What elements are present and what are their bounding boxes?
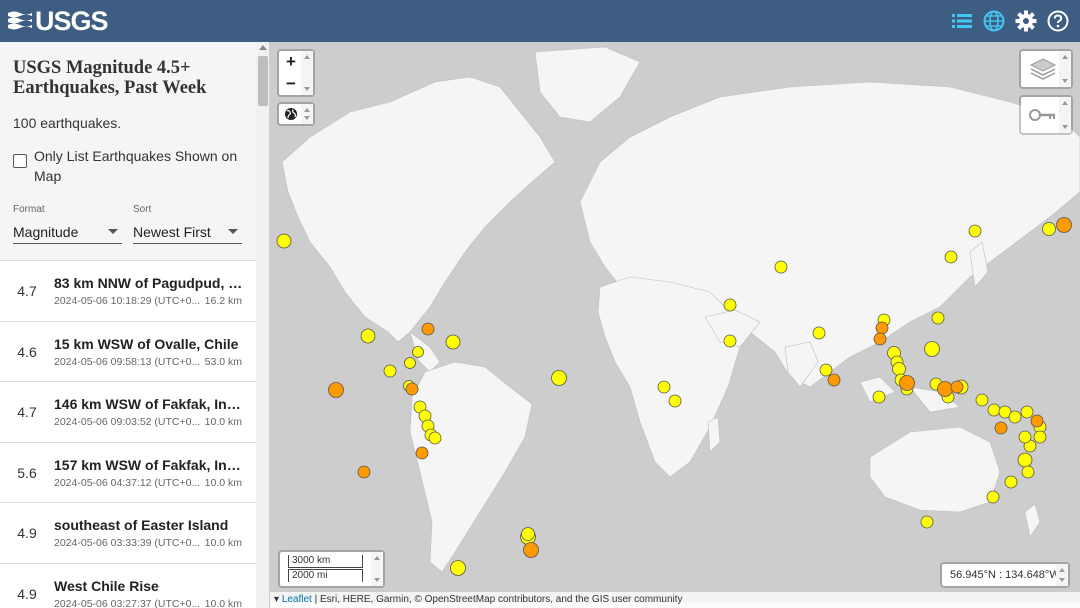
magnitude: 4.6 (17, 343, 37, 360)
sort-select-group: Sort Newest First (133, 204, 242, 244)
scrollbar-thumb[interactable] (258, 56, 268, 106)
location: 157 km WSW of Fakfak, Indo... (54, 456, 248, 473)
format-value: Magnitude (13, 223, 79, 240)
location: West Chile Rise (54, 577, 159, 594)
timestamp: 2024-05-06 04:37:12 (UTC+0... (54, 476, 201, 489)
timestamp: 2024-05-06 03:33:39 (UTC+0... (54, 537, 201, 549)
location: 146 km WSW of Fakfak, Indo... (54, 396, 248, 412)
world-view-button[interactable] (279, 104, 303, 124)
location: 83 km NNW of Pagudpud, Ph... (54, 275, 248, 291)
list-scrollbar[interactable] (256, 42, 269, 608)
layers-icon (1029, 58, 1057, 80)
chevron-down-icon (108, 229, 118, 234)
legend-control[interactable] (1019, 95, 1073, 135)
layers-scrollbar[interactable] (1059, 51, 1071, 87)
scale-mi: 2000 mi (288, 569, 363, 582)
list-item[interactable]: 4.6 15 km WSW of Ovalle, Chile 2024-05-0… (0, 320, 256, 381)
depth: 16.2 km (204, 295, 242, 307)
sort-select[interactable]: Newest First (133, 220, 242, 244)
gear-icon[interactable] (1014, 9, 1038, 33)
magnitude: 4.7 (17, 404, 37, 420)
magnitude: 5.6 (17, 464, 37, 481)
list-title: USGS Magnitude 4.5+ Earthquakes, Past We… (13, 58, 207, 98)
usgs-logo[interactable]: USGS (8, 0, 109, 42)
legend-scrollbar[interactable] (1059, 97, 1071, 133)
app-root: USGS USGS Magnitude 4.5+ Earthquakes, Pa… (0, 0, 1080, 608)
zoom-control: + − (277, 49, 315, 97)
globe-control (277, 102, 315, 126)
depth: 10.0 km (204, 537, 242, 549)
usgs-wave-icon (8, 11, 32, 30)
map-view[interactable]: + − 3000 km 2000 mi 56.945°N: 134.648°W… (270, 42, 1080, 608)
world-basemap (270, 46, 1080, 608)
timestamp: 2024-05-06 03:27:37 (UTC+0... (54, 597, 201, 608)
scale-km: 3000 km (288, 555, 363, 568)
magnitude: 4.9 (17, 585, 37, 602)
key-icon (1029, 109, 1055, 121)
list-item[interactable]: 4.9 West Chile Rise 2024-05-06 03:27:37 … (0, 562, 256, 608)
scale-scrollbar[interactable] (371, 552, 383, 586)
format-select-group: Format Magnitude (13, 204, 122, 244)
map-scale: 3000 km 2000 mi (278, 550, 385, 588)
timestamp: 2024-05-06 09:58:13 (UTC+0... (54, 355, 201, 368)
zoom-in-button[interactable]: + (279, 51, 303, 73)
attribution-toggle-icon[interactable]: ▾ (274, 594, 282, 605)
earthquake-count: 100 earthquakes. (13, 115, 122, 131)
location: 15 km WSW of Ovalle, Chile (54, 335, 239, 352)
coords-scrollbar[interactable] (1056, 564, 1068, 586)
list-icon[interactable] (950, 9, 974, 33)
zoom-out-button[interactable]: − (279, 73, 303, 95)
coordinates-readout: 56.945°N : 134.648°W (950, 569, 1060, 581)
list-item[interactable]: 4.7 146 km WSW of Fakfak, Indo... 2024-0… (0, 381, 256, 442)
zoom-scrollbar[interactable] (301, 51, 313, 95)
earthquake-list-panel: USGS Magnitude 4.5+ Earthquakes, Past We… (0, 42, 270, 608)
logo-text: USGS (35, 5, 109, 36)
depth: 53.0 km (204, 355, 242, 368)
list-item[interactable]: 4.9 southeast of Easter Island 2024-05-0… (0, 502, 256, 563)
depth: 10.0 km (204, 476, 242, 489)
location: southeast of Easter Island (54, 517, 229, 533)
list-header: USGS Magnitude 4.5+ Earthquakes, Past We… (0, 42, 256, 260)
layers-control[interactable] (1019, 49, 1073, 89)
depth: 10.0 km (204, 416, 242, 428)
format-select[interactable]: Magnitude (13, 220, 122, 244)
only-list-on-map-option[interactable]: Only List Earthquakes Shown on Map (13, 146, 244, 186)
timestamp: 2024-05-06 09:03:52 (UTC+0... (54, 416, 201, 428)
magnitude: 4.7 (17, 283, 37, 299)
map-attribution: ▾ Leaflet | Esri, HERE, Garmin, © OpenSt… (270, 592, 1080, 608)
scroll-up-arrow-icon[interactable] (259, 45, 267, 50)
leaflet-link[interactable]: Leaflet (282, 594, 312, 605)
header-icon-group (950, 0, 1070, 42)
mouse-coordinates: 56.945°N : 134.648°W (940, 562, 1070, 588)
only-list-label: Only List Earthquakes Shown on Map (34, 148, 238, 184)
sort-label: Sort (133, 204, 152, 215)
attribution-text: | Esri, HERE, Garmin, © OpenStreetMap co… (311, 594, 683, 605)
magnitude: 4.9 (17, 525, 37, 541)
list-item[interactable]: 5.6 157 km WSW of Fakfak, Indo... 2024-0… (0, 441, 256, 502)
help-icon[interactable] (1046, 9, 1070, 33)
timestamp: 2024-05-06 10:18:29 (UTC+0... (54, 295, 201, 307)
sort-value: Newest First (133, 223, 211, 240)
chevron-down-icon (228, 229, 238, 234)
globe-icon (285, 108, 297, 120)
only-list-checkbox[interactable] (13, 154, 27, 168)
list-item[interactable]: 4.7 83 km NNW of Pagudpud, Ph... 2024-05… (0, 260, 256, 321)
header-bar: USGS (0, 0, 1080, 42)
globe-scrollbar[interactable] (301, 104, 313, 124)
earthquake-list: 4.7 83 km NNW of Pagudpud, Ph... 2024-05… (0, 260, 256, 608)
depth: 10.0 km (204, 597, 242, 608)
format-label: Format (13, 204, 45, 215)
globe-icon[interactable] (982, 9, 1006, 33)
